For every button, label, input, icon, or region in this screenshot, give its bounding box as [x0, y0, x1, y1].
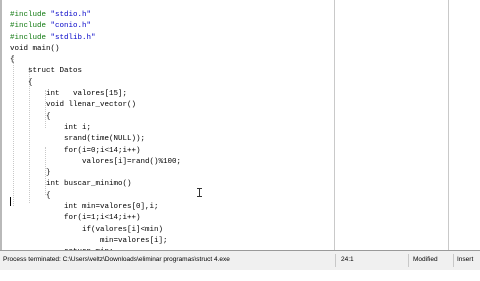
code-line: { — [10, 191, 51, 200]
insert-mode-indicator: Insert — [457, 256, 474, 263]
code-line: for(i=0;i<14;i++) — [10, 146, 141, 155]
status-divider — [335, 254, 336, 267]
code-line: int i; — [10, 123, 92, 132]
status-divider — [453, 254, 454, 267]
code-line: struct Datos — [10, 67, 83, 76]
code-line: int buscar_minimo() — [10, 180, 132, 189]
cursor-position: 24:1 — [341, 256, 354, 263]
text-caret — [10, 197, 11, 206]
include-directive-line: #include "stdlib.h" — [10, 33, 181, 44]
code-editor[interactable]: #include "stdio.h" #include "conio.h" #inc… — [0, 0, 480, 268]
preprocessor-keyword: #include — [10, 22, 51, 31]
code-line: void llenar_vector() — [10, 101, 137, 110]
code-line: { — [10, 78, 33, 87]
code-line: int min=valores[0],i; — [10, 203, 159, 212]
code-line: void main() — [10, 44, 60, 53]
editor-gutter — [0, 0, 2, 250]
include-directive-line: #include "stdio.h" — [10, 10, 181, 21]
code-line: for(i=1;i<14;i++) — [10, 214, 141, 223]
code-line: int valores[15]; — [10, 90, 128, 99]
status-bar: Process terminated: C:\Users\veltz\Downl… — [0, 251, 480, 270]
status-divider — [408, 254, 409, 267]
code-line: valores[i]=rand()%100; — [10, 157, 182, 166]
code-line: min=valores[i]; — [10, 236, 168, 245]
code-line: srand(time(NULL)); — [10, 135, 146, 144]
code-line: } — [10, 169, 51, 178]
code-line: { — [10, 112, 51, 121]
mouse-ibeam-cursor-icon — [197, 188, 202, 197]
include-header: "stdlib.h" — [50, 33, 96, 42]
code-text-area[interactable]: #include "stdio.h" #include "conio.h" #inc… — [10, 10, 181, 281]
code-line: if(valores[i]<min) — [10, 225, 164, 234]
preprocessor-keyword: #include — [10, 11, 51, 19]
editor-scroll-separator — [448, 0, 449, 250]
process-status-message: Process terminated: C:\Users\veltz\Downl… — [3, 256, 230, 263]
modified-indicator: Modified — [413, 256, 438, 263]
include-header: "stdio.h" — [50, 11, 92, 19]
right-margin-line — [334, 0, 335, 250]
include-header: "conio.h" — [50, 22, 92, 31]
include-directive-line: #include "conio.h" — [10, 21, 181, 32]
preprocessor-keyword: #include — [10, 33, 51, 42]
code-line: { — [10, 56, 15, 65]
